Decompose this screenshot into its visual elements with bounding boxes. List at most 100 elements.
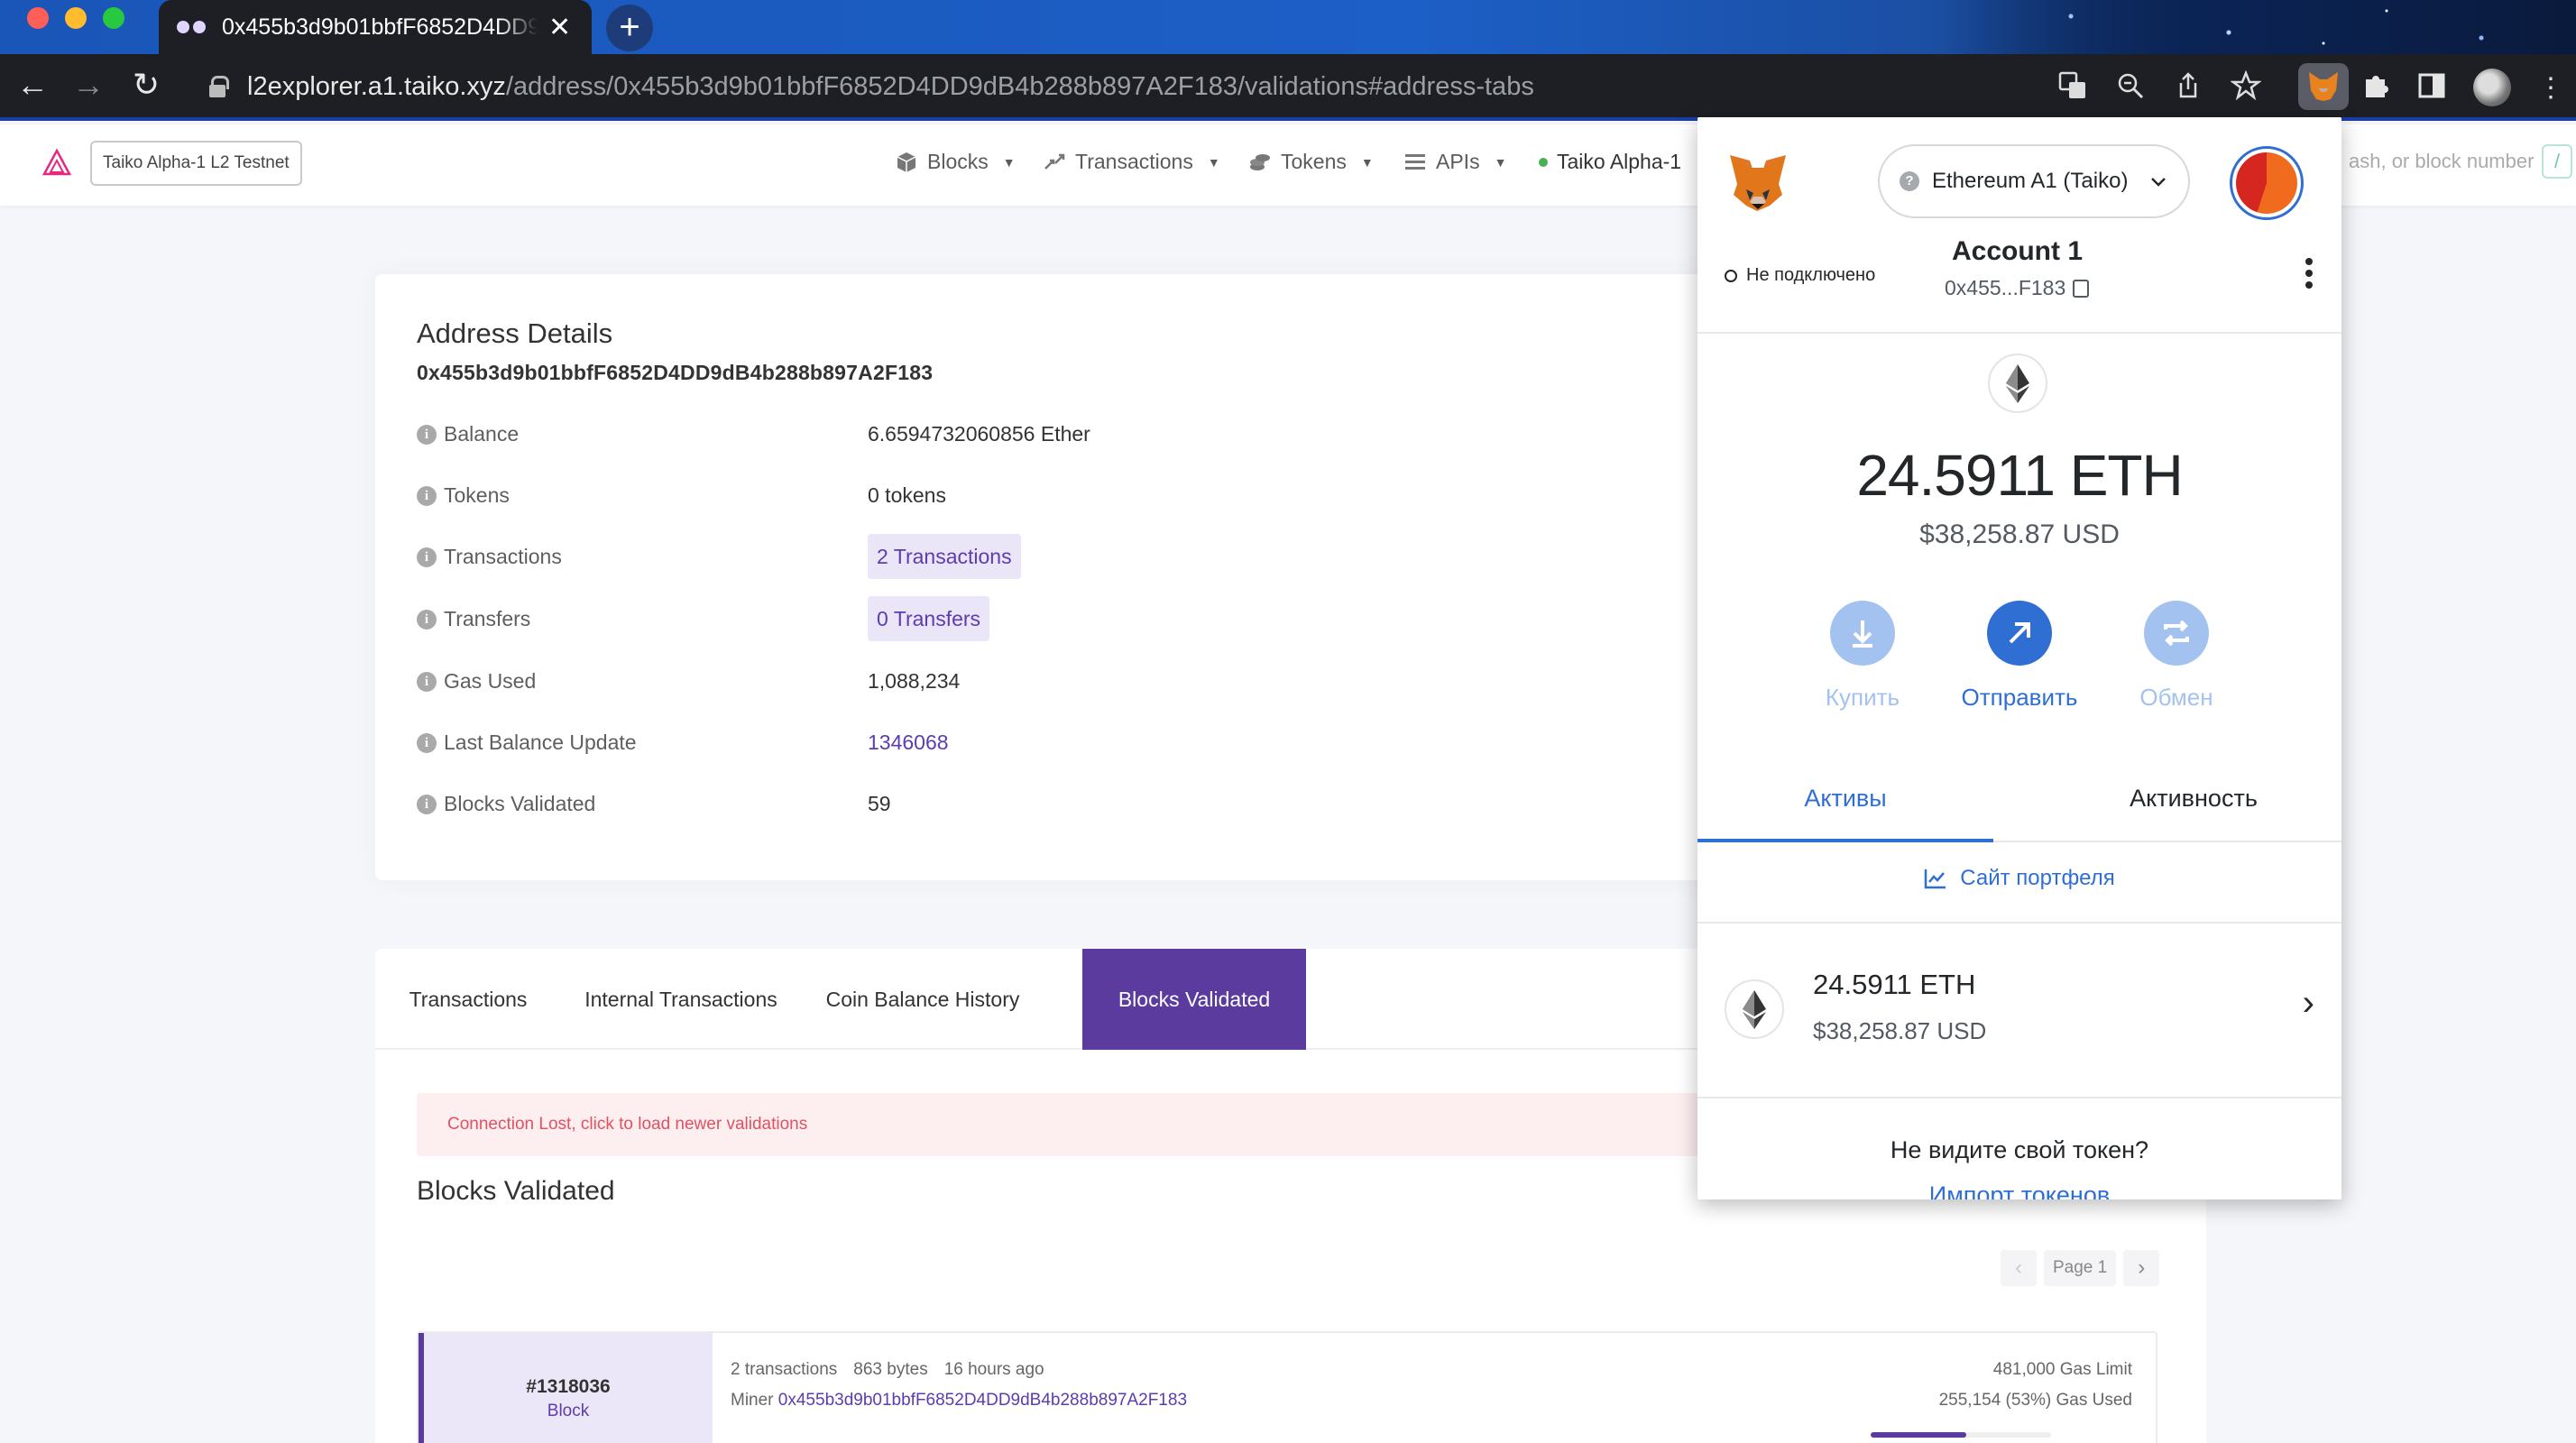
connection-status[interactable]: Не подключено <box>1725 265 1875 286</box>
gas-usage-fill <box>1871 1432 1966 1438</box>
window-close-button[interactable] <box>27 7 49 29</box>
last-balance-block-link[interactable]: 1346068 <box>868 731 949 755</box>
detail-label: Tokens <box>444 483 510 507</box>
tab-assets[interactable]: Активы <box>1697 754 1993 842</box>
swap-label: Обмен <box>2139 684 2213 711</box>
buy-label: Купить <box>1825 684 1900 711</box>
detail-label: Gas Used <box>444 669 537 693</box>
chevron-down-icon: ▼ <box>1494 154 1507 170</box>
back-arrow-icon[interactable]: ← <box>13 67 52 103</box>
nav-transactions[interactable]: Transactions ▼ <box>1043 150 1220 174</box>
account-name[interactable]: Account 1 <box>1952 236 2083 267</box>
tab-coin-balance-history[interactable]: Coin Balance History <box>801 949 1044 1050</box>
detail-label: Transactions <box>444 545 562 568</box>
detail-value: 1,088,234 <box>868 669 961 693</box>
coins-icon <box>1250 153 1270 170</box>
block-number-link[interactable]: #1318036 Block <box>419 1333 713 1443</box>
account-address[interactable]: 0x455...F183 <box>1945 276 2090 300</box>
window-minimize-button[interactable] <box>65 7 87 29</box>
asset-row-eth[interactable]: 24.5911 ETH $38,258.87 USD › <box>1697 922 2341 1098</box>
network-badge: Taiko Alpha-1 L2 Testnet <box>90 141 302 186</box>
account-balance-usd: $38,258.87 USD <box>1919 519 2120 549</box>
bookmark-star-icon[interactable] <box>2228 69 2264 106</box>
detail-label: Transfers <box>444 607 531 630</box>
chevron-down-icon <box>2151 178 2166 187</box>
send-arrow-icon <box>1987 601 2052 666</box>
profile-avatar[interactable] <box>2473 69 2511 106</box>
network-name: Ethereum A1 (Taiko) <box>1932 169 2129 193</box>
browser-tab-strip: 0x455b3d9b01bbfF6852D4DD9dB4b288b897A2F1… <box>0 0 2576 54</box>
info-icon[interactable]: i <box>417 609 437 630</box>
address-hash[interactable]: 0x455b3d9b01bbfF6852D4DD9dB4b288b897A2F1… <box>417 361 933 385</box>
metamask-fox-icon <box>1730 155 1786 211</box>
download-icon <box>1830 601 1895 666</box>
next-page-icon[interactable]: › <box>2123 1250 2160 1286</box>
network-status-dot <box>1539 157 1548 167</box>
new-tab-button[interactable]: + <box>606 5 653 51</box>
info-icon[interactable]: i <box>417 794 437 814</box>
send-button[interactable]: Отправить <box>1952 601 2087 712</box>
detail-row-balance: i Balance 6.6594732060856 Ether <box>417 411 1679 456</box>
status-circle-icon <box>1725 269 1737 282</box>
nav-blocks[interactable]: Blocks ▼ <box>895 150 1016 174</box>
info-icon[interactable]: i <box>417 485 437 506</box>
transactions-count-link[interactable]: 2 Transactions <box>868 534 1021 579</box>
metamask-extension-icon[interactable] <box>2298 63 2349 110</box>
swap-icon <box>2144 601 2209 666</box>
nav-blocks-label: Blocks <box>927 150 989 173</box>
metamask-header: ? Ethereum A1 (Taiko) <box>1697 117 2341 244</box>
url-path: /address/0x455b3d9b01bbfF6852D4DD9dB4b28… <box>505 72 1534 101</box>
info-icon[interactable]: i <box>417 671 437 692</box>
address-bar[interactable]: l2explorer.a1.taiko.xyz/address/0x455b3d… <box>186 61 2278 112</box>
tab-close-icon[interactable]: ✕ <box>548 12 571 43</box>
transfers-count-link[interactable]: 0 Transfers <box>868 596 990 641</box>
miner-address-link[interactable]: 0x455b3d9b01bbfF6852D4DD9dB4b288b897A2F1… <box>778 1391 1187 1410</box>
block-gas-limit: 481,000 Gas Limit <box>1992 1360 2132 1379</box>
translate-icon[interactable] <box>2055 70 2091 106</box>
account-avatar[interactable] <box>2230 146 2304 220</box>
import-tokens-link[interactable]: Импорт токенов <box>1697 1181 2341 1199</box>
info-icon[interactable]: i <box>417 547 437 567</box>
metamask-tabs: Активы Активность <box>1697 754 2341 842</box>
side-panel-icon[interactable] <box>2414 70 2450 106</box>
reload-icon[interactable]: ↻ <box>126 67 166 103</box>
info-icon[interactable]: i <box>417 424 437 445</box>
question-mark-icon: ? <box>1900 171 1919 191</box>
tab-blocks-validated[interactable]: Blocks Validated <box>1082 949 1306 1050</box>
nav-network[interactable]: Taiko Alpha-1 <box>1539 150 1681 174</box>
zoom-icon[interactable] <box>2112 70 2148 106</box>
buy-button[interactable]: Купить <box>1795 601 1930 712</box>
detail-row-blocks-validated: i Blocks Validated 59 <box>417 781 1679 826</box>
tab-internal-transactions[interactable]: Internal Transactions <box>561 949 801 1050</box>
window-zoom-button[interactable] <box>103 7 124 29</box>
detail-value: 6.6594732060856 Ether <box>868 422 1090 446</box>
network-selector[interactable]: ? Ethereum A1 (Taiko) <box>1878 144 2190 218</box>
account-address-text: 0x455...F183 <box>1945 276 2066 299</box>
browser-tab-active[interactable]: 0x455b3d9b01bbfF6852D4DD9dB4b288b897A2F1… <box>159 0 592 54</box>
taiko-logo-icon[interactable] <box>41 148 72 179</box>
account-options-icon[interactable] <box>2305 258 2314 289</box>
search-input[interactable]: ash, or block number <box>2349 150 2534 173</box>
url-text[interactable]: l2explorer.a1.taiko.xyz/address/0x455b3d… <box>247 72 1534 102</box>
block-age: 16 hours ago <box>943 1360 1044 1379</box>
block-size: 863 bytes <box>853 1360 928 1379</box>
forward-arrow-icon[interactable]: → <box>69 67 108 103</box>
info-icon[interactable]: i <box>417 732 437 753</box>
tab-transactions[interactable]: Transactions <box>375 949 561 1050</box>
swap-button[interactable]: Обмен <box>2109 601 2244 712</box>
tab-activity[interactable]: Активность <box>2046 754 2341 842</box>
chevron-down-icon: ▼ <box>1002 154 1016 170</box>
prev-page-icon[interactable]: ‹ <box>2001 1250 2037 1286</box>
share-icon[interactable] <box>2170 70 2206 106</box>
copy-icon <box>2073 279 2090 298</box>
nav-tokens[interactable]: Tokens ▼ <box>1248 150 1374 174</box>
browser-menu-icon[interactable]: ⋮ <box>2533 70 2569 106</box>
extensions-puzzle-icon[interactable] <box>2358 70 2394 106</box>
portfolio-link[interactable]: Сайт портфеля <box>1697 866 2341 891</box>
detail-label: Blocks Validated <box>444 792 596 815</box>
browser-toolbar: ← → ↻ l2explorer.a1.taiko.xyz/address/0x… <box>0 54 2576 121</box>
nav-apis[interactable]: APIs ▼ <box>1403 150 1506 174</box>
miner-label: Miner <box>731 1391 774 1410</box>
detail-value: 0 tokens <box>868 483 946 507</box>
metamask-popup: ? Ethereum A1 (Taiko) Не подключено Acco… <box>1697 117 2341 1199</box>
